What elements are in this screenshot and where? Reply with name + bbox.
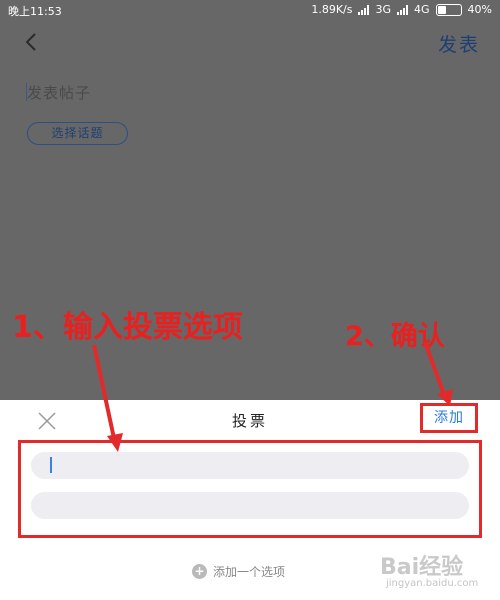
publish-button[interactable]: 发表 (438, 30, 480, 57)
status-bar: 晚上11:53 1.89K/s 3G 4G 40% (0, 0, 500, 20)
watermark-brand: Bai经验 (380, 555, 464, 580)
status-indicators: 1.89K/s 3G 4G 40% (311, 3, 492, 16)
status-time: 晚上11:53 (8, 5, 62, 18)
annotation-step-1: 1、输入投票选项 (12, 310, 243, 345)
watermark: Bai经验 jingyan.baidu.com (380, 545, 492, 593)
annotation-step-2: 2、确认 (345, 321, 445, 352)
select-topic-button[interactable]: 选择话题 (27, 122, 128, 145)
signal-icon (397, 4, 409, 15)
battery-icon (435, 3, 462, 16)
options-highlight-box (18, 440, 482, 538)
sim2-network: 4G (414, 3, 430, 16)
sim1-network: 3G (375, 3, 392, 16)
battery-fill (437, 5, 447, 14)
battery-percent: 40% (467, 3, 492, 16)
plus-circle-icon: + (192, 564, 207, 579)
add-vote-button[interactable]: 添加 (420, 403, 478, 433)
chevron-left-icon[interactable] (20, 30, 44, 54)
add-option-label: 添加一个选项 (213, 565, 286, 579)
signal-icon (358, 4, 370, 15)
add-option-button[interactable]: + 添加一个选项 (192, 563, 285, 580)
network-speed: 1.89K/s (311, 3, 353, 16)
watermark-site: jingyan.baidu.com (386, 578, 479, 589)
post-content-input[interactable]: 发表帖子 (27, 82, 91, 103)
